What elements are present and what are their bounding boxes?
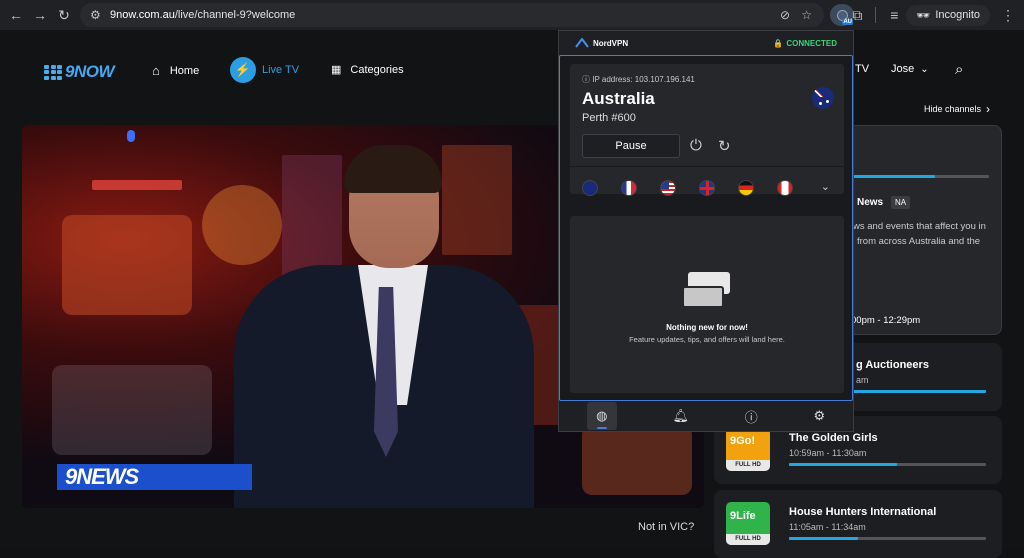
page-content: 9NOW ⌂ Home ⚡ Live TV ▦ Categories TV Jo… (0, 30, 1024, 558)
pause-button[interactable]: Pause (582, 134, 680, 158)
connection-card: ⓘ IP address: 103.107.196.141 Australia … (570, 64, 844, 196)
browser-toolbar: ← → ↻ ⚙ 9now.com.au/live/channel-9?welco… (0, 0, 1024, 30)
panel-progress-bar (853, 175, 935, 178)
full-hd-badge: FULL HD (726, 534, 770, 545)
nav-home[interactable]: ⌂ Home (152, 63, 199, 78)
hide-channels-link[interactable]: Hide channels › (924, 102, 990, 116)
address-bar[interactable]: ⚙ 9now.com.au/live/channel-9?welcome ⊘ ☆ (80, 3, 824, 27)
lightning-icon: ⚡ (230, 57, 256, 83)
eye-off-icon[interactable]: ⊘ (780, 8, 790, 22)
url-text: 9now.com.au/live/channel-9?welcome (110, 9, 296, 21)
bell-icon[interactable]: 🔔︎ (673, 408, 690, 424)
progress-bar (789, 463, 898, 466)
nordvpn-main: ⓘ IP address: 103.107.196.141 Australia … (559, 55, 853, 401)
australia-flag-icon (812, 87, 834, 109)
full-hd-badge: FULL HD (726, 460, 770, 471)
reconnect-icon[interactable]: ↻ (718, 137, 731, 155)
incognito-icon: 🕶 (916, 9, 931, 22)
chevron-right-icon: › (986, 102, 991, 116)
9now-logo[interactable]: 9NOW (44, 62, 115, 82)
globe-icon[interactable]: ◍ (586, 402, 617, 430)
grid-icon: ▦ (331, 64, 342, 76)
flag-uk-icon[interactable] (699, 180, 715, 196)
server-name: Perth #600 (582, 112, 636, 124)
program-time: 00pm - 12:29pm (851, 315, 921, 326)
home-icon: ⌂ (152, 63, 160, 78)
empty-subtitle: Feature updates, tips, and offers will l… (629, 335, 785, 344)
reading-list-icon[interactable]: ≡ (882, 3, 906, 27)
flag-canada-icon[interactable] (777, 180, 793, 196)
connection-status: 🔒 CONNECTED (773, 38, 837, 48)
power-icon[interactable]: ⏻ (690, 137, 702, 154)
notifications-card: Nothing new for now! Feature updates, ti… (570, 216, 844, 393)
not-in-vic-link[interactable]: Not in VIC? (638, 521, 694, 533)
9news-logo: 9NEWS (57, 464, 252, 490)
flag-germany-icon[interactable] (738, 180, 754, 196)
progress-bar (789, 537, 858, 540)
connected-country: Australia (582, 89, 655, 108)
chevron-down-icon: ⌄ (920, 63, 929, 75)
program-desc-2: from across Australia and the (857, 236, 981, 247)
menu-kebab-icon[interactable]: ⋮ (996, 3, 1020, 27)
extensions-puzzle-icon[interactable]: ⧉ (845, 3, 869, 27)
nordvpn-logo: NordVPN (575, 38, 628, 48)
empty-title: Nothing new for now! (666, 323, 748, 332)
help-icon[interactable]: ⓘ (745, 407, 758, 426)
reload-icon[interactable]: ↻ (52, 3, 76, 27)
nav-tv-partial[interactable]: TV (855, 63, 869, 75)
schedule-item[interactable]: 9Life FULL HD House Hunters Internationa… (714, 490, 1002, 558)
forward-icon[interactable]: → (28, 3, 52, 27)
channel-logo-9life: 9Life FULL HD (726, 502, 770, 545)
program-title: News (857, 197, 884, 208)
nordvpn-popup: NordVPN 🔒 CONNECTED ⓘ IP address: 103.10… (558, 30, 854, 432)
bookmark-star-icon[interactable]: ☆ (801, 8, 812, 22)
back-icon[interactable]: ← (4, 3, 28, 27)
nav-live-tv[interactable]: ⚡ Live TV (230, 57, 299, 83)
settings-icon[interactable]: ⚙ (813, 408, 825, 424)
nav-categories[interactable]: ▦ Categories (331, 63, 404, 77)
rating-badge: NA (891, 196, 911, 209)
search-icon[interactable]: ⌕ (955, 61, 963, 78)
lock-icon: 🔒 (773, 38, 784, 48)
chevron-down-icon[interactable]: ⌄ (821, 180, 830, 193)
ip-address: ⓘ IP address: 103.107.196.141 (582, 75, 695, 84)
site-info-icon[interactable]: ⚙ (90, 8, 101, 22)
channel-logo-9go: 9Go! FULL HD (726, 428, 770, 471)
flag-australia-icon[interactable] (582, 180, 598, 196)
incognito-indicator[interactable]: 🕶 Incognito (906, 4, 990, 26)
empty-inbox-illustration (682, 272, 730, 312)
flag-france-icon[interactable] (621, 180, 637, 196)
user-menu[interactable]: Jose ⌄ (891, 63, 929, 75)
progress-bar (846, 390, 986, 393)
flag-usa-icon[interactable] (660, 180, 676, 196)
nordvpn-tab-bar: ◍ 🔔︎ ⓘ ⚙ (559, 401, 853, 431)
program-desc-1: ws and events that affect you in (853, 221, 986, 232)
